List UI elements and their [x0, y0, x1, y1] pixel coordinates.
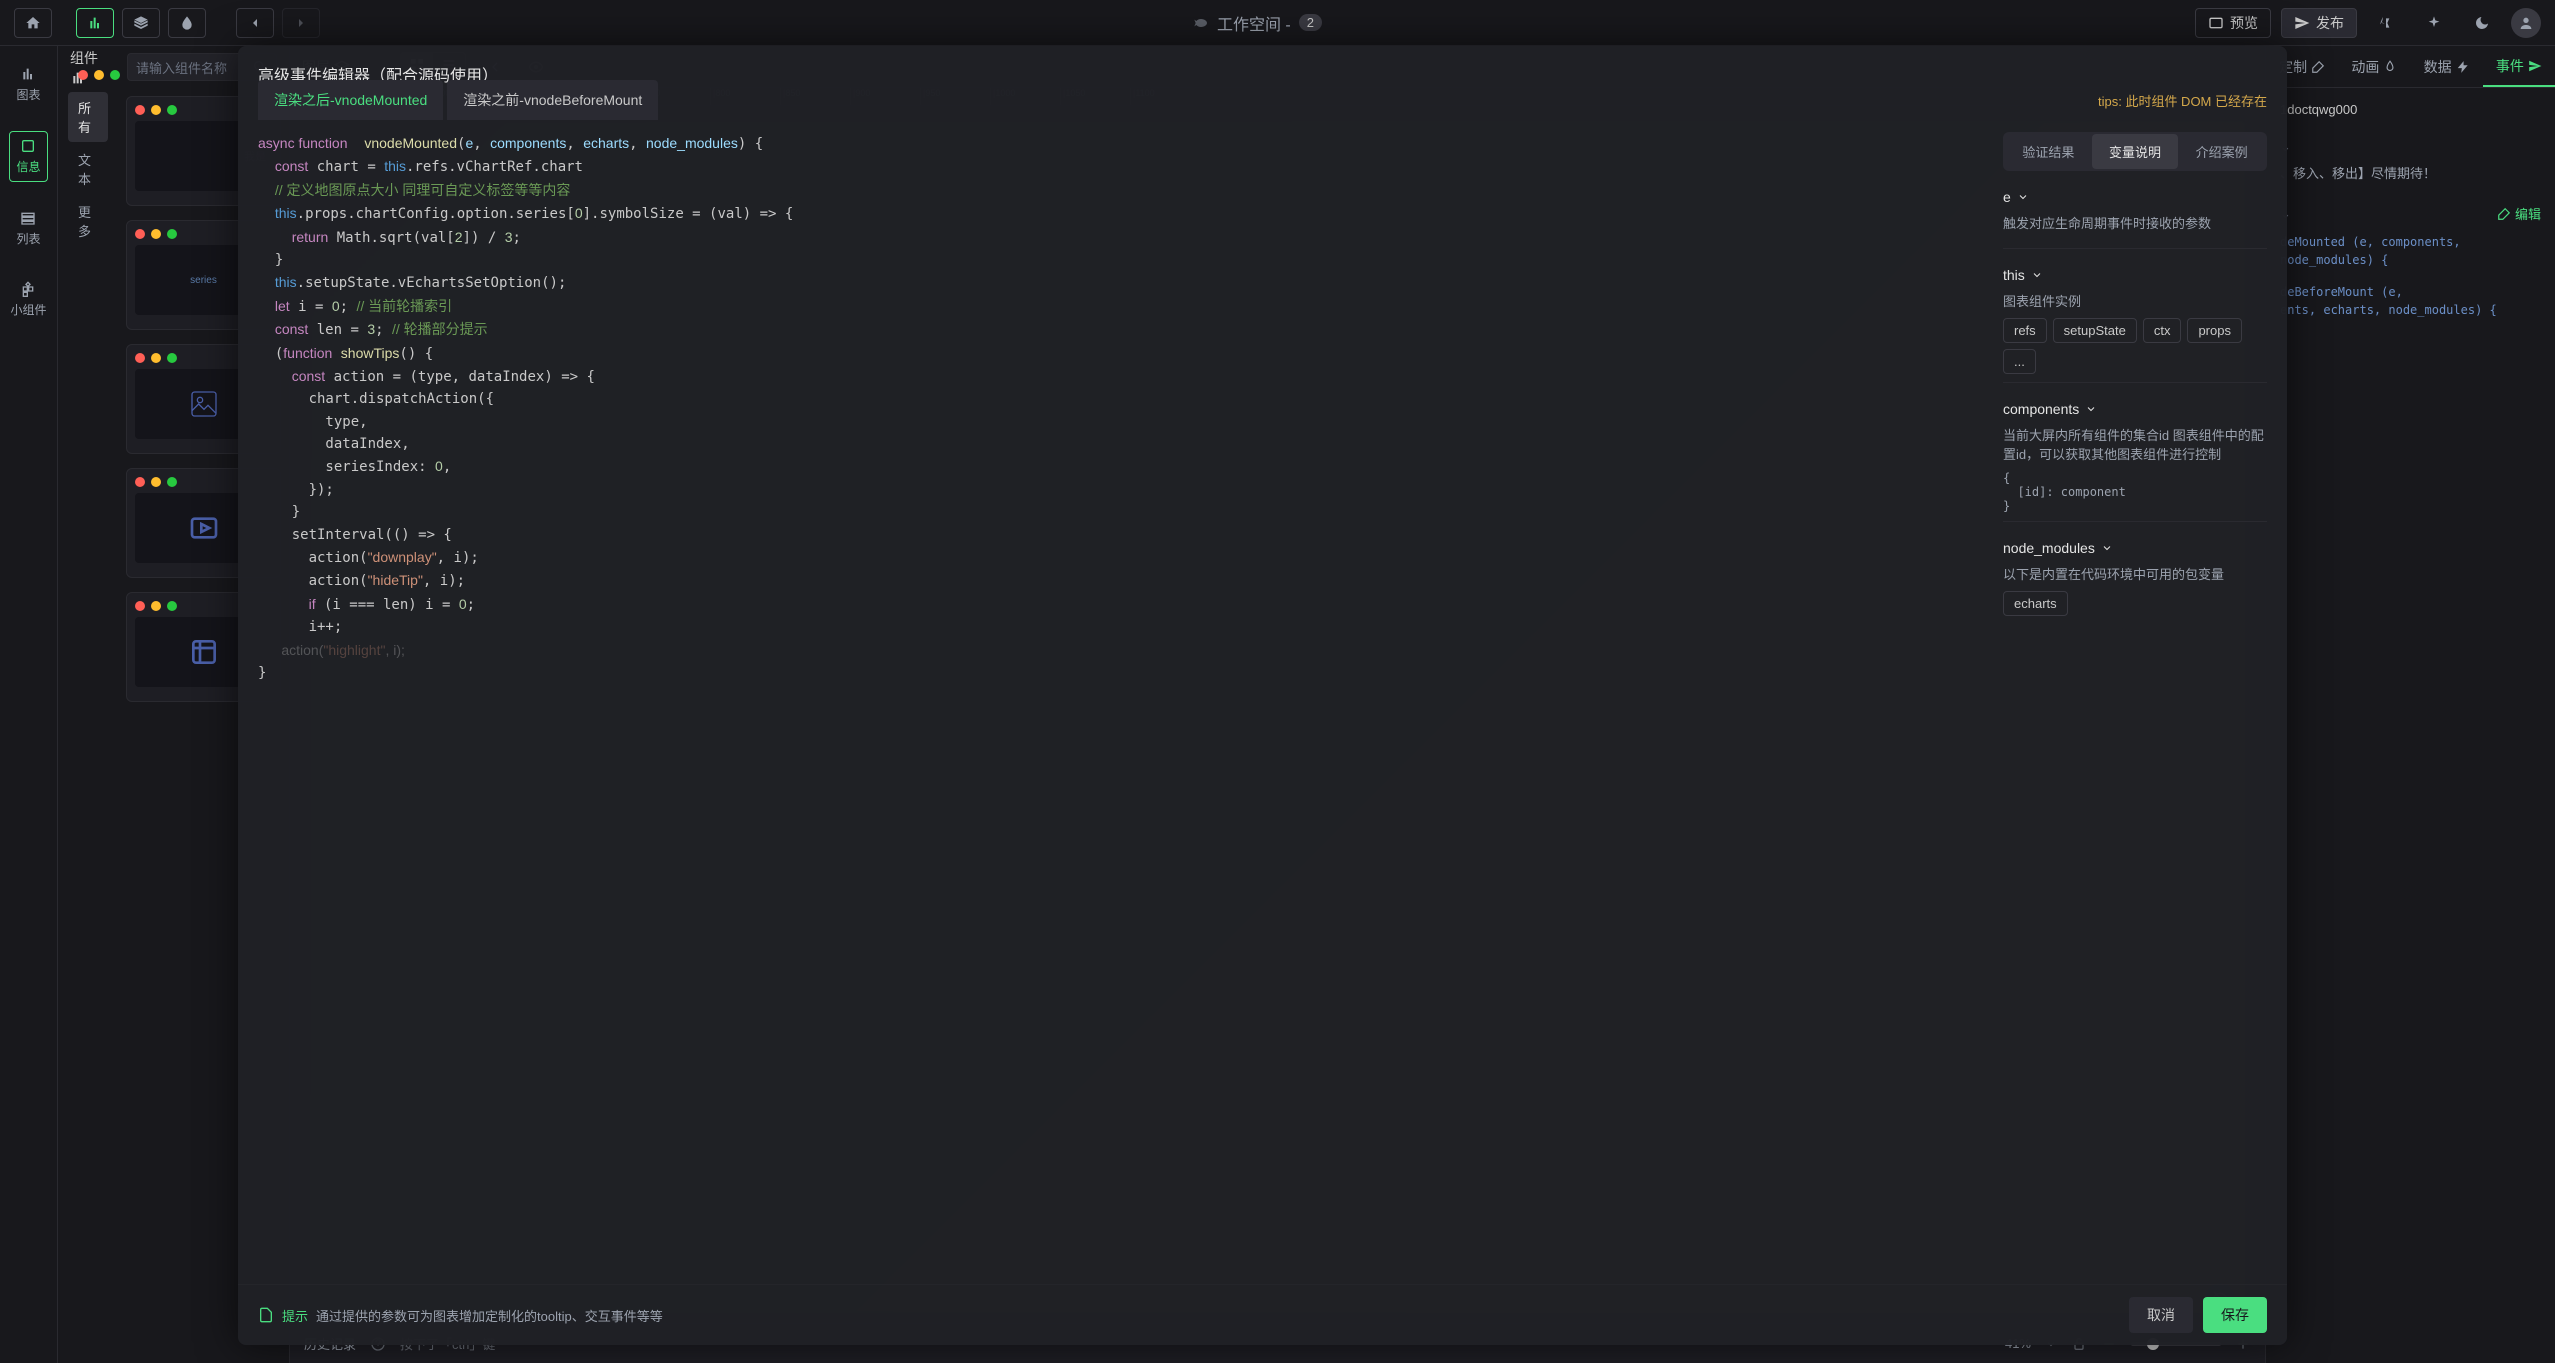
- title-area: 工作空间 - 2: [328, 11, 2187, 35]
- chip-echarts[interactable]: echarts: [2003, 591, 2068, 616]
- hint-text: 、移入、移出】尽情期待！: [2280, 163, 2541, 182]
- var-e[interactable]: e: [2003, 189, 2267, 205]
- chip-more[interactable]: ...: [2003, 349, 2036, 374]
- edit-button[interactable]: 编辑: [2497, 204, 2541, 223]
- code-snippet: node_modules) {: [2280, 253, 2541, 267]
- forward-icon[interactable]: [282, 8, 320, 38]
- avatar[interactable]: [2511, 8, 2541, 38]
- workspace-label: 工作空间 -: [1217, 11, 1291, 35]
- layers-icon[interactable]: [122, 8, 160, 38]
- translate-icon[interactable]: [2367, 8, 2405, 38]
- side-tab-vars[interactable]: 变量说明: [2092, 134, 2179, 169]
- side-tab-cases[interactable]: 介绍案例: [2178, 134, 2265, 169]
- tab-event[interactable]: 事件: [2483, 46, 2555, 87]
- chip-refs[interactable]: refs: [2003, 318, 2047, 343]
- subnav-all[interactable]: 所有: [68, 92, 108, 142]
- properties-panel: 定制 动画 数据 事件 1doctqwg000 ⌄ 、移入、移出】尽情期待！ ⌄…: [2265, 46, 2555, 1363]
- cancel-button[interactable]: 取消: [2129, 1297, 2193, 1333]
- publish-button[interactable]: 发布: [2281, 8, 2357, 38]
- code-snippet: deMounted (e, components,: [2280, 235, 2541, 249]
- nav-widget[interactable]: 小组件: [4, 275, 52, 324]
- tip-text: 通过提供的参数可为图表增加定制化的tooltip、交互事件等等: [316, 1306, 663, 1325]
- sparkle-icon[interactable]: [2415, 8, 2453, 38]
- tab-data[interactable]: 数据: [2411, 46, 2483, 87]
- chip-props[interactable]: props: [2187, 318, 2242, 343]
- var-code: { [id]: component }: [2003, 471, 2267, 513]
- code-snippet: ents, echarts, node_modules) {: [2280, 303, 2541, 317]
- component-id: 1doctqwg000: [2280, 102, 2541, 117]
- modal-footer: 提示 通过提供的参数可为图表增加定制化的tooltip、交互事件等等 取消 保存: [238, 1284, 2287, 1345]
- fish-icon: [1193, 15, 1209, 31]
- doc-icon: [258, 1307, 274, 1323]
- code-editor[interactable]: async function vnodeMounted(e, component…: [258, 120, 1987, 1284]
- modal-tips: tips: 此时组件 DOM 已经存在: [2098, 91, 2267, 110]
- tab-anim[interactable]: 动画: [2338, 46, 2410, 87]
- nav-info[interactable]: 信息: [9, 131, 47, 182]
- collapse-row[interactable]: ⌄: [2280, 131, 2541, 163]
- modal-tabs: 渲染之后-vnodeMounted 渲染之前-vnodeBeforeMount …: [238, 80, 2287, 120]
- theme-icon[interactable]: [2463, 8, 2501, 38]
- back-icon[interactable]: [236, 8, 274, 38]
- subnav-text[interactable]: 文本: [68, 144, 108, 194]
- save-button[interactable]: 保存: [2203, 1297, 2267, 1333]
- drop-icon[interactable]: [168, 8, 206, 38]
- chip-ctx[interactable]: ctx: [2143, 318, 2182, 343]
- var-this[interactable]: this: [2003, 267, 2267, 283]
- modal-side-panel: 验证结果 变量说明 介绍案例 e 触发对应生命周期事件时接收的参数 this 图…: [1987, 120, 2267, 1284]
- topbar: 工作空间 - 2 预览 发布: [0, 0, 2555, 46]
- chart-icon[interactable]: [76, 8, 114, 38]
- modal-tab-before[interactable]: 渲染之前-vnodeBeforeMount: [447, 80, 658, 120]
- side-tab-verify[interactable]: 验证结果: [2005, 134, 2092, 169]
- code-snippet: deBeforeMount (e,: [2280, 285, 2541, 299]
- home-icon[interactable]: [14, 8, 52, 38]
- preview-button[interactable]: 预览: [2195, 8, 2271, 38]
- nav-list[interactable]: 列表: [10, 204, 46, 253]
- nav-chart[interactable]: 图表: [10, 60, 46, 109]
- tip-label: 提示: [282, 1306, 308, 1325]
- panel-title: 组件: [70, 48, 117, 85]
- var-components[interactable]: components: [2003, 401, 2267, 417]
- modal-tab-mounted[interactable]: 渲染之后-vnodeMounted: [258, 80, 443, 120]
- workspace-badge: 2: [1299, 14, 1322, 31]
- var-nodemodules[interactable]: node_modules: [2003, 540, 2267, 556]
- chip-setupstate[interactable]: setupState: [2053, 318, 2137, 343]
- subnav-more[interactable]: 更多: [68, 196, 108, 246]
- collapse-row[interactable]: ⌄编辑: [2280, 196, 2541, 231]
- event-editor-modal: 高级事件编辑器（配合源码使用） 渲染之后-vnodeMounted 渲染之前-v…: [238, 46, 2287, 1345]
- side-nav: 图表 信息 列表 小组件: [0, 46, 58, 1363]
